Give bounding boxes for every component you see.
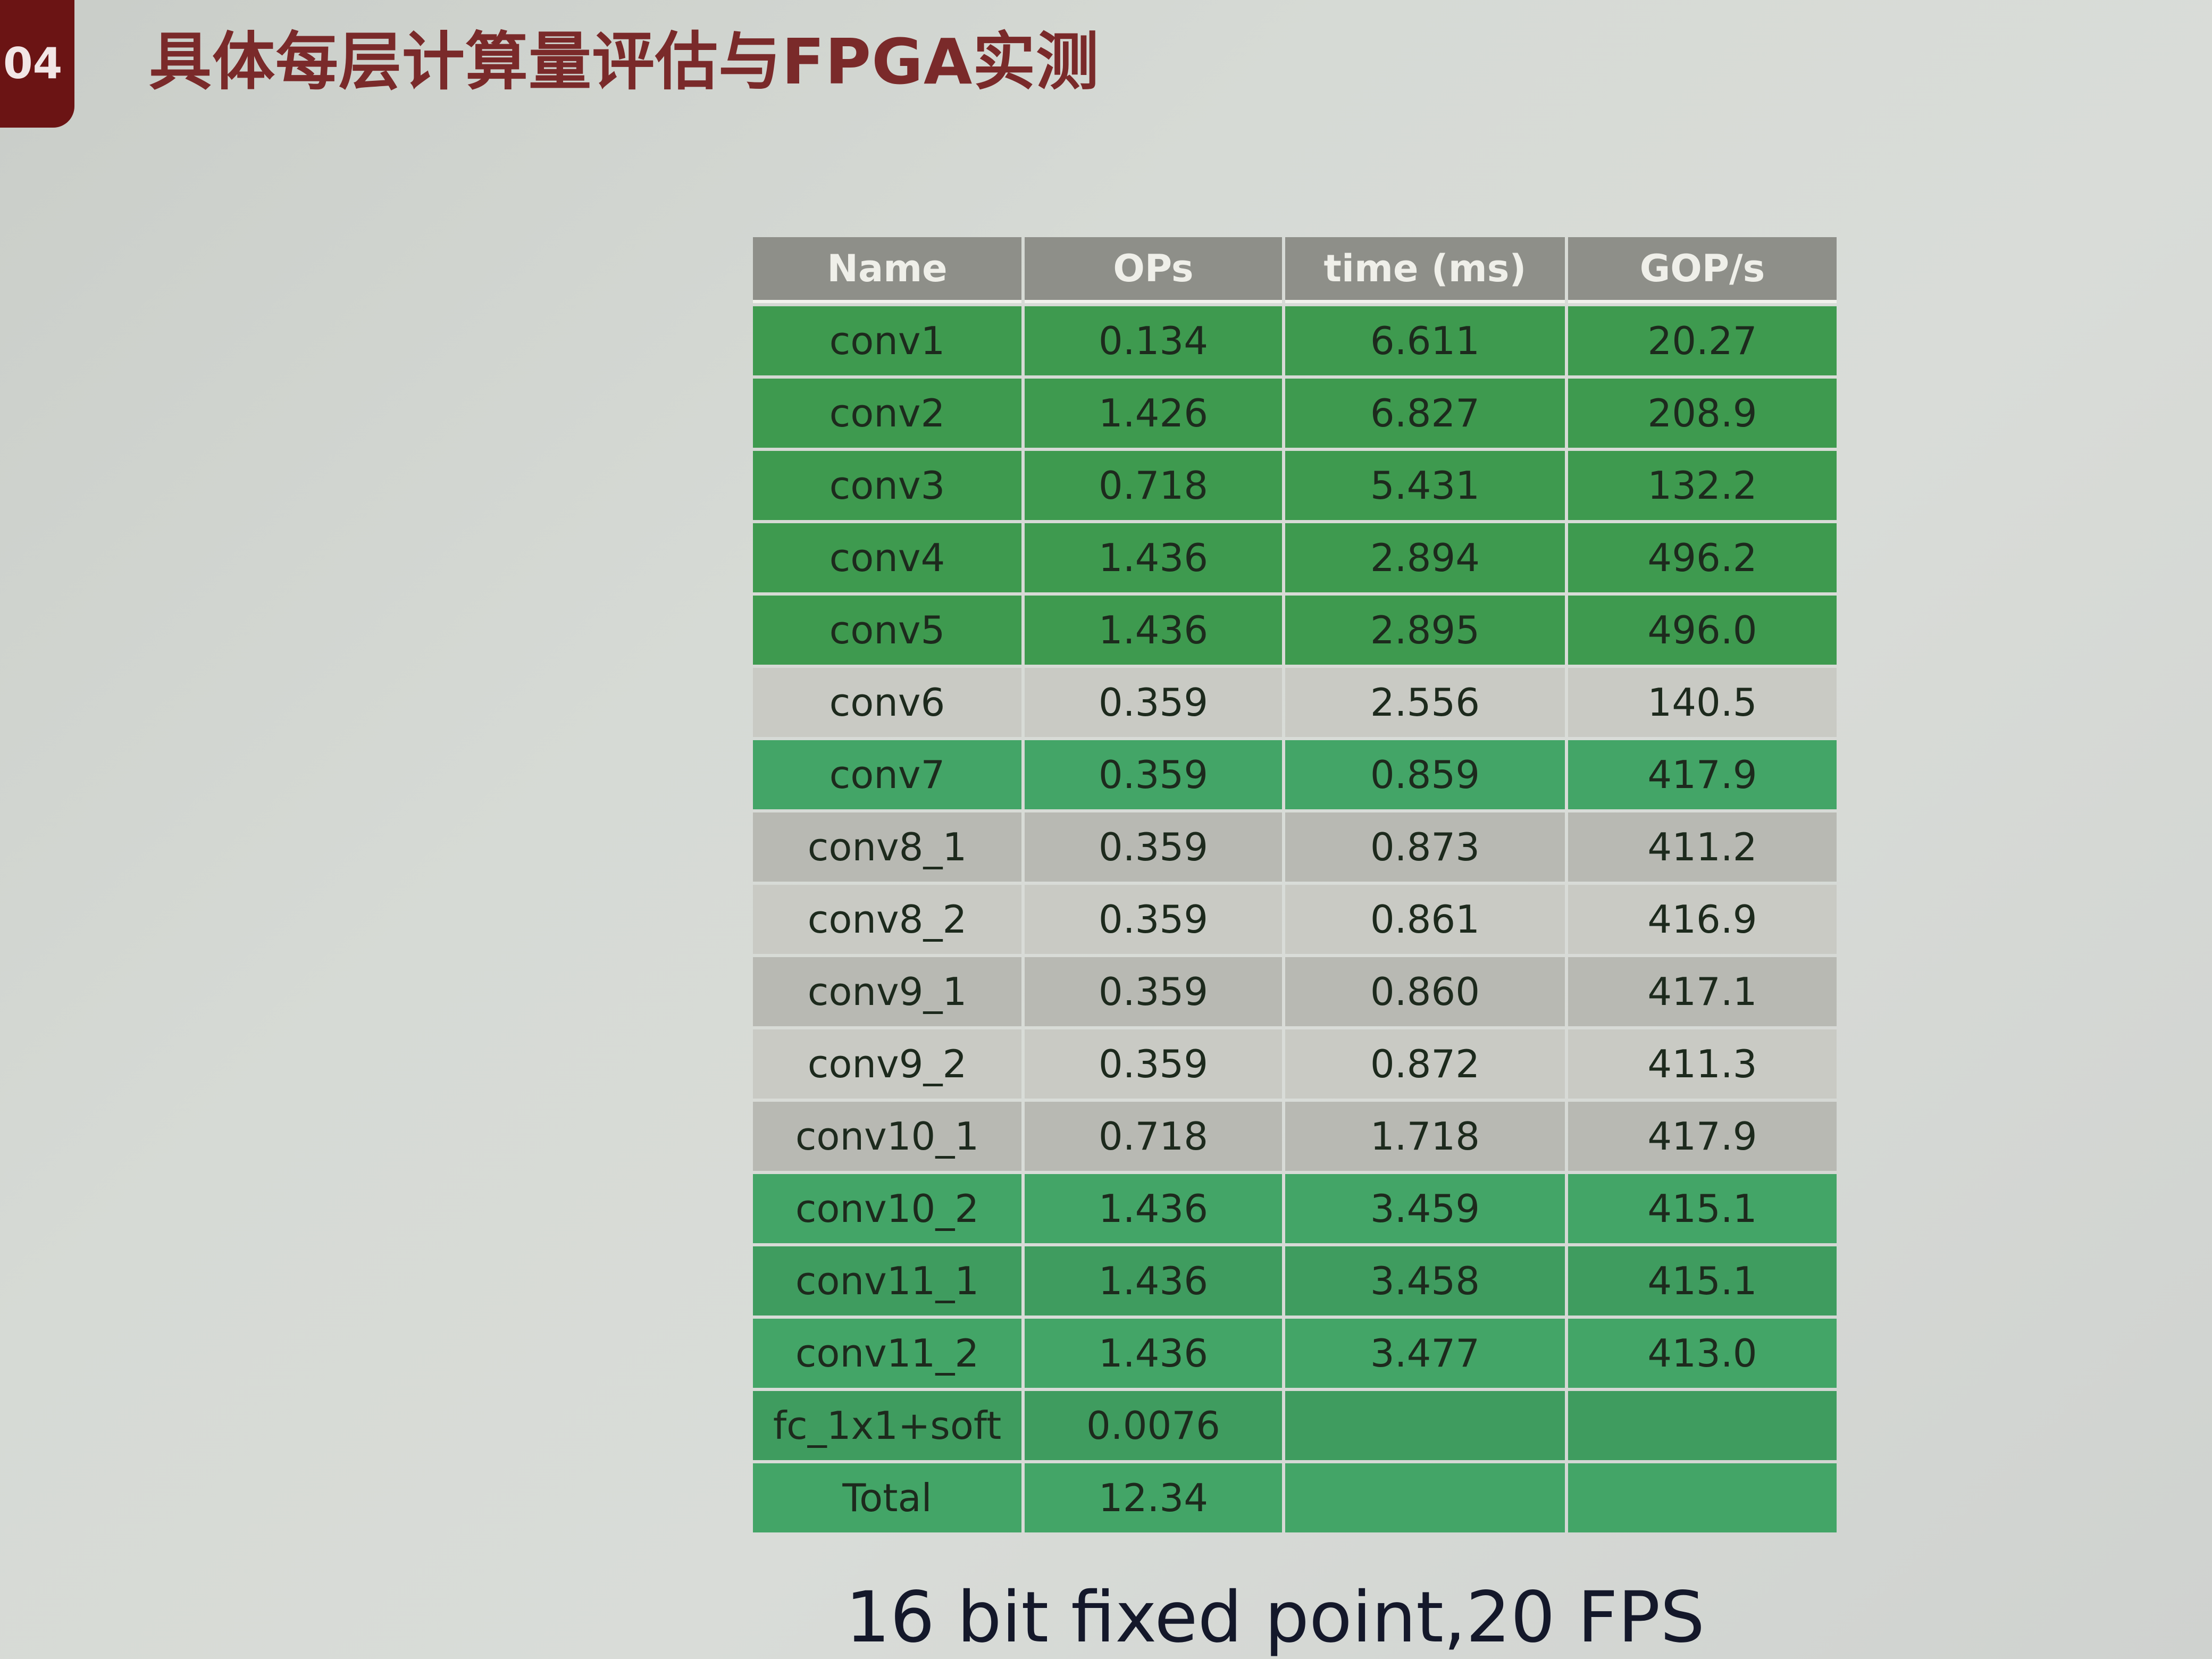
cell-ops: 1.436	[1025, 1174, 1282, 1243]
cell-ops: 0.359	[1025, 957, 1282, 1026]
cell-gops: 417.9	[1568, 1102, 1837, 1171]
cell-time: 0.872	[1285, 1029, 1565, 1099]
table-row: conv6 0.359 2.556 140.5	[753, 668, 1837, 737]
cell-ops: 1.426	[1025, 379, 1282, 448]
table-row: conv4 1.436 2.894 496.2	[753, 523, 1837, 592]
cell-gops: 496.0	[1568, 596, 1837, 665]
cell-gops: 417.9	[1568, 740, 1837, 809]
table-row: conv9_2 0.359 0.872 411.3	[753, 1029, 1837, 1099]
table-row: fc_1x1+soft 0.0076	[753, 1391, 1837, 1460]
cell-name: conv4	[753, 523, 1021, 592]
cell-name: Total	[753, 1463, 1021, 1532]
table-row: conv11_2 1.436 3.477 413.0	[753, 1319, 1837, 1388]
cell-name: conv8_2	[753, 885, 1021, 954]
layer-performance-table: Name OPs time (ms) GOP/s conv1 0.134 6.611…	[750, 234, 1840, 1536]
cell-name: conv10_2	[753, 1174, 1021, 1243]
cell-ops: 0.359	[1025, 1029, 1282, 1099]
cell-time: 1.718	[1285, 1102, 1565, 1171]
slide-title: 具体每层计算量评估与FPGA实测	[149, 25, 1100, 98]
table-row: conv8_1 0.359 0.873 411.2	[753, 812, 1837, 882]
cell-gops: 416.9	[1568, 885, 1837, 954]
layer-performance-table-container: Name OPs time (ms) GOP/s conv1 0.134 6.611…	[750, 234, 1840, 1536]
table-row: conv9_1 0.359 0.860 417.1	[753, 957, 1837, 1026]
cell-gops: 415.1	[1568, 1174, 1837, 1243]
cell-time: 2.556	[1285, 668, 1565, 737]
cell-time: 3.459	[1285, 1174, 1565, 1243]
cell-ops: 0.359	[1025, 812, 1282, 882]
cell-time	[1285, 1391, 1565, 1460]
cell-time: 5.431	[1285, 451, 1565, 520]
cell-time: 6.827	[1285, 379, 1565, 448]
cell-ops: 1.436	[1025, 523, 1282, 592]
table-body: conv1 0.134 6.611 20.27 conv2 1.426 6.827 208.9…	[753, 306, 1837, 1532]
cell-ops: 0.718	[1025, 451, 1282, 520]
cell-ops: 0.359	[1025, 740, 1282, 809]
cell-ops: 0.0076	[1025, 1391, 1282, 1460]
cell-time: 6.611	[1285, 306, 1565, 375]
cell-gops: 417.1	[1568, 957, 1837, 1026]
cell-name: conv2	[753, 379, 1021, 448]
cell-time: 0.873	[1285, 812, 1565, 882]
slide-number-badge: 04	[0, 0, 74, 128]
table-row: conv5 1.436 2.895 496.0	[753, 596, 1837, 665]
cell-name: conv11_1	[753, 1246, 1021, 1316]
cell-name: conv5	[753, 596, 1021, 665]
cell-time: 3.477	[1285, 1319, 1565, 1388]
cell-time: 0.861	[1285, 885, 1565, 954]
cell-gops: 20.27	[1568, 306, 1837, 375]
cell-ops: 0.359	[1025, 668, 1282, 737]
table-row: conv11_1 1.436 3.458 415.1	[753, 1246, 1837, 1316]
cell-ops: 0.359	[1025, 885, 1282, 954]
cell-name: conv9_2	[753, 1029, 1021, 1099]
table-row: conv10_2 1.436 3.459 415.1	[753, 1174, 1837, 1243]
table-row: conv2 1.426 6.827 208.9	[753, 379, 1837, 448]
table-row: Total 12.34	[753, 1463, 1837, 1532]
cell-name: conv7	[753, 740, 1021, 809]
cell-ops: 1.436	[1025, 1246, 1282, 1316]
table-row: conv7 0.359 0.859 417.9	[753, 740, 1837, 809]
cell-gops: 415.1	[1568, 1246, 1837, 1316]
cell-time	[1285, 1463, 1565, 1532]
cell-gops	[1568, 1391, 1837, 1460]
cell-gops: 496.2	[1568, 523, 1837, 592]
cell-time: 2.894	[1285, 523, 1565, 592]
cell-time: 0.860	[1285, 957, 1565, 1026]
cell-gops: 132.2	[1568, 451, 1837, 520]
cell-gops	[1568, 1463, 1837, 1532]
cell-gops: 208.9	[1568, 379, 1837, 448]
cell-ops: 0.718	[1025, 1102, 1282, 1171]
cell-time: 0.859	[1285, 740, 1565, 809]
table-row: conv3 0.718 5.431 132.2	[753, 451, 1837, 520]
column-header-gops: GOP/s	[1568, 237, 1837, 303]
cell-ops: 1.436	[1025, 596, 1282, 665]
column-header-ops: OPs	[1025, 237, 1282, 303]
cell-time: 3.458	[1285, 1246, 1565, 1316]
cell-name: conv1	[753, 306, 1021, 375]
cell-time: 2.895	[1285, 596, 1565, 665]
column-header-name: Name	[753, 237, 1021, 303]
cell-gops: 413.0	[1568, 1319, 1837, 1388]
cell-name: conv6	[753, 668, 1021, 737]
cell-ops: 1.436	[1025, 1319, 1282, 1388]
cell-name: conv10_1	[753, 1102, 1021, 1171]
cell-name: conv11_2	[753, 1319, 1021, 1388]
cell-name: conv3	[753, 451, 1021, 520]
cell-gops: 411.3	[1568, 1029, 1837, 1099]
caption-text: 16 bit fixed point,20 FPS	[845, 1577, 1705, 1658]
cell-name: conv9_1	[753, 957, 1021, 1026]
table-row: conv8_2 0.359 0.861 416.9	[753, 885, 1837, 954]
table-row: conv10_1 0.718 1.718 417.9	[753, 1102, 1837, 1171]
cell-ops: 12.34	[1025, 1463, 1282, 1532]
cell-name: conv8_1	[753, 812, 1021, 882]
table-header-row: Name OPs time (ms) GOP/s	[753, 237, 1837, 303]
column-header-time: time (ms)	[1285, 237, 1565, 303]
cell-ops: 0.134	[1025, 306, 1282, 375]
cell-name: fc_1x1+soft	[753, 1391, 1021, 1460]
cell-gops: 411.2	[1568, 812, 1837, 882]
table-row: conv1 0.134 6.611 20.27	[753, 306, 1837, 375]
cell-gops: 140.5	[1568, 668, 1837, 737]
